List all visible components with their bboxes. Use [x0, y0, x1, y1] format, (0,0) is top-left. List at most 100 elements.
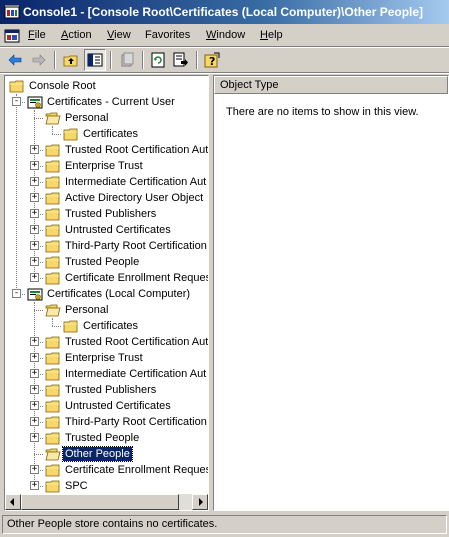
console-tree-pane[interactable]: Console Root - Certificates - Current User… — [4, 75, 209, 511]
expand-icon[interactable]: + — [30, 369, 39, 378]
folder-icon — [45, 416, 60, 429]
expand-icon[interactable]: + — [30, 433, 39, 442]
tree-node[interactable]: Personal — [5, 110, 208, 126]
scroll-thumb[interactable] — [21, 494, 179, 510]
menu-window[interactable]: Window — [206, 29, 245, 41]
expand-icon[interactable]: + — [30, 481, 39, 490]
help-button[interactable]: ? — [201, 49, 223, 71]
tree-node[interactable]: + Third-Party Root Certification — [5, 414, 208, 430]
expand-icon[interactable]: + — [30, 177, 39, 186]
expand-icon[interactable]: + — [30, 161, 39, 170]
folder-icon — [45, 224, 60, 237]
tree-node[interactable]: + Untrusted Certificates — [5, 398, 208, 414]
tree-node[interactable]: + Trusted Root Certification Aut — [5, 334, 208, 350]
expand-icon[interactable]: + — [30, 353, 39, 362]
delete-button[interactable] — [116, 49, 138, 71]
tree-node-label: Certificates - Current User — [47, 96, 175, 108]
tree-node-label: Certificates — [83, 320, 139, 332]
status-bar: Other People store contains no certifica… — [2, 515, 447, 534]
tree-node[interactable]: + Certificate Enrollment Reques — [5, 462, 208, 478]
mmc-window: Console1 - [Console Root\Certificates (L… — [0, 0, 449, 537]
show-hide-tree-button[interactable] — [84, 49, 106, 71]
tree-node-label: Enterprise Trust — [65, 352, 143, 364]
menu-view[interactable]: View — [107, 29, 131, 41]
tree-node[interactable]: + Certificate Enrollment Reques — [5, 270, 208, 286]
tree-node[interactable]: - Certificates - Current User — [5, 94, 208, 110]
tree-node[interactable]: + Trusted Publishers — [5, 206, 208, 222]
expand-icon[interactable]: + — [30, 417, 39, 426]
expand-icon[interactable]: + — [30, 225, 39, 234]
folder-icon — [45, 352, 60, 365]
tree-node-selected[interactable]: Other People — [5, 446, 208, 462]
tree-node[interactable]: Personal — [5, 302, 208, 318]
open-folder-icon — [45, 448, 61, 461]
tree-node[interactable]: + Trusted Root Certification Aut — [5, 142, 208, 158]
expand-icon[interactable]: + — [30, 257, 39, 266]
arrow-left-icon — [10, 498, 14, 506]
tree-connector — [34, 118, 43, 119]
tree-connector — [34, 454, 43, 455]
tree-node-label: Other People — [62, 446, 133, 462]
expand-icon[interactable]: + — [30, 401, 39, 410]
menu-help[interactable]: Help — [260, 29, 283, 41]
tree-node-label: Untrusted Certificates — [65, 224, 171, 236]
tree-node-label: Trusted Root Certification Aut — [65, 144, 208, 156]
tree-node[interactable]: + Untrusted Certificates — [5, 222, 208, 238]
tree-node-label: Trusted People — [65, 432, 140, 444]
folder-icon — [45, 192, 60, 205]
menu-favorites[interactable]: Favorites — [145, 29, 190, 41]
title-bar[interactable]: Console1 - [Console Root\Certificates (L… — [0, 0, 449, 24]
status-text: Other People store contains no certifica… — [7, 518, 218, 530]
folder-icon — [45, 272, 60, 285]
tree-node[interactable]: + SPC — [5, 478, 208, 494]
tree-node[interactable]: + Enterprise Trust — [5, 350, 208, 366]
expand-icon[interactable]: + — [30, 193, 39, 202]
tree-node-label: Intermediate Certification Aut — [65, 368, 207, 380]
folder-icon — [45, 368, 60, 381]
scroll-left-button[interactable] — [5, 494, 21, 510]
collapse-icon[interactable]: - — [12, 97, 21, 106]
tree-node[interactable]: Certificates — [5, 318, 208, 334]
collapse-icon[interactable]: - — [12, 289, 21, 298]
tree-node[interactable]: + Trusted Publishers — [5, 382, 208, 398]
expand-icon[interactable]: + — [30, 241, 39, 250]
tree-node-label: Console Root — [29, 80, 96, 92]
refresh-button[interactable] — [147, 49, 169, 71]
expand-icon[interactable]: + — [30, 145, 39, 154]
expand-icon[interactable]: + — [30, 209, 39, 218]
tree-node[interactable]: + Trusted People — [5, 254, 208, 270]
tree-node[interactable]: + Enterprise Trust — [5, 158, 208, 174]
tree-node[interactable]: + Intermediate Certification Aut — [5, 366, 208, 382]
show-hide-tree-icon — [87, 53, 103, 67]
result-list-pane[interactable]: Object Type There are no items to show i… — [213, 75, 449, 511]
tree-node[interactable]: + Trusted People — [5, 430, 208, 446]
tree-node[interactable]: Certificates — [5, 126, 208, 142]
up-one-level-button[interactable] — [60, 49, 82, 71]
tree-node[interactable]: Console Root — [5, 78, 208, 94]
folder-icon — [45, 384, 60, 397]
tree-node[interactable]: - Certificates (Local Computer) — [5, 286, 208, 302]
certificate-store-icon — [27, 288, 43, 301]
list-column-header[interactable]: Object Type — [214, 76, 448, 94]
menu-file[interactable]: File — [28, 29, 46, 41]
tree-node-label: Trusted Publishers — [65, 208, 157, 220]
tree-node[interactable]: + Third-Party Root Certification — [5, 238, 208, 254]
menu-action[interactable]: Action — [61, 29, 92, 41]
expand-icon[interactable]: + — [30, 385, 39, 394]
scroll-right-button[interactable] — [192, 494, 208, 510]
expand-icon[interactable]: + — [30, 465, 39, 474]
back-button[interactable] — [4, 49, 26, 71]
expand-icon[interactable]: + — [30, 273, 39, 282]
tree-node[interactable]: + Intermediate Certification Aut — [5, 174, 208, 190]
console-window-icon[interactable] — [3, 27, 21, 45]
tree-connector — [34, 310, 43, 311]
tree-horizontal-scrollbar[interactable] — [5, 494, 208, 510]
expand-icon[interactable]: + — [30, 337, 39, 346]
forward-button[interactable] — [28, 49, 50, 71]
folder-icon — [45, 240, 60, 253]
certificate-store-icon — [27, 96, 43, 109]
export-list-button[interactable] — [170, 49, 192, 71]
help-icon: ? — [204, 52, 220, 68]
tree-node[interactable]: + Active Directory User Object — [5, 190, 208, 206]
export-list-icon — [173, 52, 188, 67]
